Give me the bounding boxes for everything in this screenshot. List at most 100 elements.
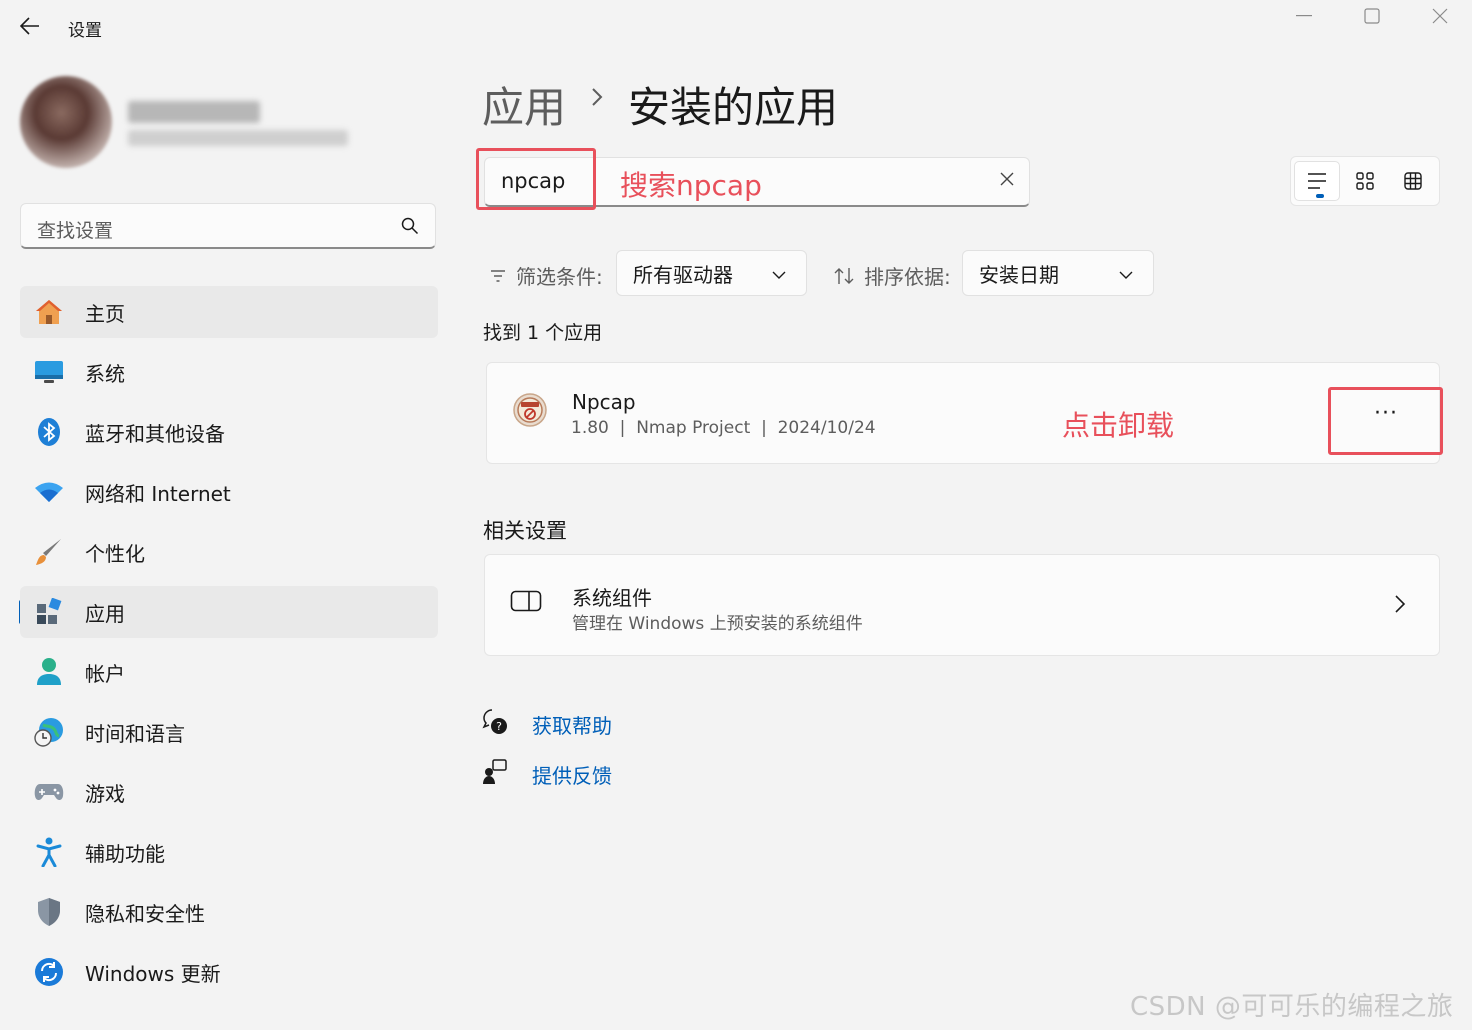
minimize-icon <box>1296 15 1312 17</box>
meta-separator: | <box>750 418 778 438</box>
refresh-icon <box>34 957 64 987</box>
maximize-button[interactable] <box>1352 4 1392 28</box>
sidebar-item-label: 帐户 <box>85 661 125 686</box>
accessibility-icon <box>34 837 64 867</box>
get-help-link[interactable]: ? 获取帮助 <box>482 708 612 740</box>
filter-label: 筛选条件: <box>490 261 603 290</box>
sidebar-item-label: Windows 更新 <box>85 961 221 986</box>
settings-search-placeholder: 查找设置 <box>37 220 114 242</box>
chevron-right-icon <box>1394 594 1406 618</box>
list-view-button[interactable] <box>1294 161 1340 201</box>
annotation-search-note: 搜索npcap <box>620 169 762 202</box>
maximize-icon <box>1364 8 1380 24</box>
sidebar-item-label: 网络和 Internet <box>85 481 231 506</box>
bluetooth-icon <box>34 417 64 447</box>
npcap-app-icon <box>512 392 548 428</box>
feedback-link[interactable]: 提供反馈 <box>482 758 612 790</box>
app-install-date: 2024/10/24 <box>777 418 876 438</box>
app-version: 1.80 <box>571 418 609 438</box>
sidebar-item-label: 主页 <box>85 301 125 326</box>
sidebar-item-windows-update[interactable]: Windows 更新 <box>20 946 438 998</box>
user-name-blurred <box>128 101 260 123</box>
watermark: CSDN @可可乐的编程之旅 <box>1130 992 1454 1022</box>
meta-separator: | <box>608 418 637 438</box>
sidebar-item-time-language[interactable]: 时间和语言 <box>20 706 438 758</box>
related-settings-heading: 相关设置 <box>483 519 567 543</box>
app-meta: 1.80 | Nmap Project | 2024/10/24 <box>571 418 876 438</box>
grid-view-icon <box>1404 172 1422 190</box>
sidebar-item-home[interactable]: 主页 <box>20 286 438 338</box>
minimize-button[interactable] <box>1284 4 1324 28</box>
sort-dropdown-value: 安装日期 <box>979 262 1059 287</box>
sort-label: 排序依据: <box>834 261 951 290</box>
settings-search-input[interactable]: 查找设置 <box>20 203 436 249</box>
sidebar-item-bluetooth[interactable]: 蓝牙和其他设备 <box>20 406 438 458</box>
sidebar-item-personalization[interactable]: 个性化 <box>20 526 438 578</box>
sidebar-item-system[interactable]: 系统 <box>20 346 438 398</box>
sidebar-item-gaming[interactable]: 游戏 <box>20 766 438 818</box>
annotation-uninstall-note: 点击卸载 <box>1062 409 1175 442</box>
breadcrumb-parent[interactable]: 应用 <box>482 74 566 135</box>
sidebar-item-label: 个性化 <box>85 541 145 566</box>
arrow-left-icon <box>20 17 39 35</box>
grid-view-button[interactable] <box>1390 161 1436 201</box>
filter-label-text: 筛选条件: <box>516 265 603 289</box>
gamepad-icon <box>34 777 64 807</box>
home-icon <box>34 297 64 327</box>
annotation-box-more <box>1328 387 1443 455</box>
sidebar-item-label: 应用 <box>85 601 125 626</box>
help-icon: ? <box>482 708 508 740</box>
close-button[interactable] <box>1420 4 1460 28</box>
avatar[interactable] <box>20 76 112 168</box>
filter-icon <box>491 269 505 282</box>
sidebar-item-label: 辅助功能 <box>85 841 165 866</box>
app-name: Npcap <box>572 390 636 414</box>
sidebar-item-accounts[interactable]: 帐户 <box>20 646 438 698</box>
sidebar-item-network[interactable]: 网络和 Internet <box>20 466 438 518</box>
sidebar-item-label: 隐私和安全性 <box>85 901 205 926</box>
sort-icon <box>834 267 854 284</box>
filter-dropdown[interactable]: 所有驱动器 <box>616 250 807 296</box>
list-view-icon <box>1308 173 1326 189</box>
clear-icon[interactable] <box>999 171 1015 191</box>
sidebar-item-apps[interactable]: 应用 <box>20 586 438 638</box>
tile-view-icon <box>1356 172 1374 190</box>
filter-dropdown-value: 所有驱动器 <box>633 262 733 287</box>
selected-indicator <box>1316 194 1324 198</box>
sort-dropdown[interactable]: 安装日期 <box>962 250 1154 296</box>
sidebar-item-label: 游戏 <box>85 781 125 806</box>
back-button[interactable] <box>14 12 46 40</box>
shield-icon <box>34 897 64 927</box>
app-publisher: Nmap Project <box>636 418 751 438</box>
window-title: 设置 <box>68 21 102 41</box>
wifi-icon <box>34 477 64 507</box>
monitor-icon <box>34 357 64 387</box>
chevron-down-icon <box>1119 264 1133 283</box>
search-icon <box>401 217 419 239</box>
account-icon <box>34 657 64 687</box>
annotation-box-search <box>476 148 596 210</box>
sidebar-item-privacy[interactable]: 隐私和安全性 <box>20 886 438 938</box>
close-icon <box>1432 8 1448 24</box>
feedback-label: 提供反馈 <box>532 763 612 788</box>
results-count: 找到 1 个应用 <box>483 322 603 344</box>
sidebar-item-label: 系统 <box>85 361 125 386</box>
globe-clock-icon <box>34 717 64 747</box>
sort-label-text: 排序依据: <box>864 265 951 289</box>
get-help-label: 获取帮助 <box>532 713 612 738</box>
related-item-title: 系统组件 <box>572 586 652 610</box>
user-email-blurred <box>128 130 348 146</box>
sidebar-item-label: 蓝牙和其他设备 <box>85 421 225 446</box>
sidebar-item-accessibility[interactable]: 辅助功能 <box>20 826 438 878</box>
apps-icon <box>34 597 64 627</box>
brush-icon <box>34 537 64 567</box>
chevron-right-icon <box>590 86 604 112</box>
feedback-icon <box>482 758 508 790</box>
tile-view-button[interactable] <box>1342 161 1388 201</box>
svg-text:?: ? <box>496 720 502 733</box>
page-title: 安装的应用 <box>628 83 839 132</box>
view-toggle <box>1290 156 1440 206</box>
sidebar-item-label: 时间和语言 <box>85 721 185 746</box>
system-components-icon <box>510 590 542 616</box>
related-item-subtitle: 管理在 Windows 上预安装的系统组件 <box>572 614 863 634</box>
